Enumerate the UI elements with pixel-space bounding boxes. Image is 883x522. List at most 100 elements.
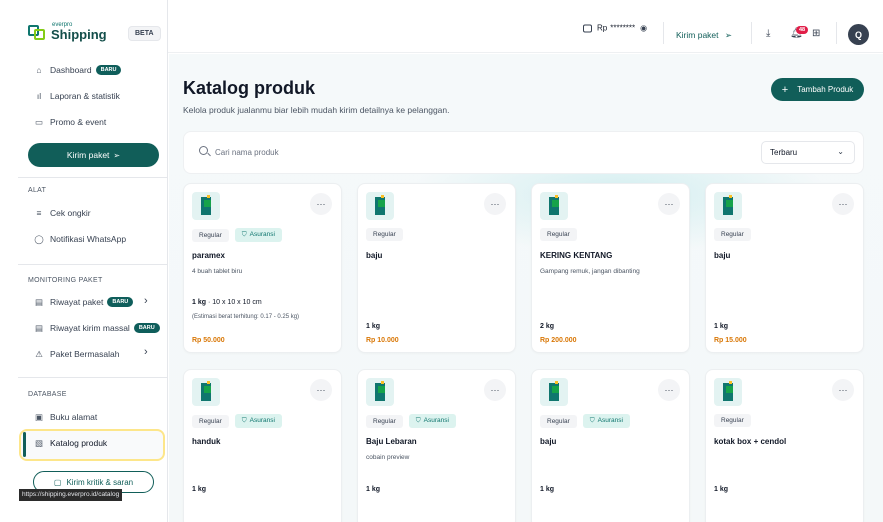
regular-tag: Regular [192,228,229,242]
product-tags: Regular [540,228,583,241]
sidebar-item-buku-alamat[interactable]: ▣ Buku alamat [34,410,97,424]
tambah-produk-button[interactable]: + Tambah Produk [771,78,864,101]
balance-display[interactable]: Rp ******** ◉ [583,24,647,33]
product-card[interactable]: ··· Regular kotak box + cendol 1 kg [705,369,864,522]
logo-icon [28,23,46,41]
active-indicator [23,432,26,457]
weight-value: 1 kg [192,486,207,493]
divider [18,177,168,178]
more-options-icon[interactable]: ··· [484,193,506,215]
sidebar-item-dashboard[interactable]: ⌂ Dashboard BARU [34,63,122,77]
warning-icon: ⚠ [35,348,43,359]
sidebar-item-riwayat-kirim-massal[interactable]: ▤ Riwayat kirim massal BARU [34,321,160,335]
product-name: Baju Lebaran [366,437,417,446]
divider [18,264,168,265]
weight-value: 1 kg [192,299,207,306]
sidebar-item-label: Katalog produk [50,438,108,448]
apps-grid-icon[interactable]: ⊞ [812,28,820,39]
regular-tag: Regular [192,414,229,428]
tambah-produk-label: Tambah Produk [797,85,854,94]
download-icon[interactable]: ⤓ [766,28,770,39]
section-label-monitoring: MONITORING PAKET [28,277,103,284]
sidebar-item-cek-ongkir[interactable]: ≡ Cek ongkir [34,206,91,220]
search-icon [199,146,208,155]
chevron-right-icon[interactable]: › [144,346,148,358]
asuransi-label: Asuransi [423,417,449,424]
catalog-icon: ▧ [34,437,44,448]
send-icon: ➢ [113,150,121,160]
product-image [714,378,742,406]
product-card[interactable]: ··· Regular ⛉ Asuransi handuk 1 kg [183,369,342,522]
asuransi-tag: ⛉ Asuransi [582,414,630,428]
sidebar-item-katalog-produk[interactable]: ▧ Katalog produk [34,436,107,450]
sidebar-item-laporan[interactable]: ıl Laporan & statistik [34,89,120,103]
product-tags: Regular ⛉ Asuransi [192,228,282,242]
divider [836,22,837,44]
more-options-icon[interactable]: ··· [484,379,506,401]
sidebar-item-riwayat-paket[interactable]: ▤ Riwayat paket BARU [34,295,134,309]
product-price: Rp 10.000 [366,337,399,344]
page-title: Katalog produk [183,78,316,98]
product-tags: Regular ⛉ Asuransi [192,414,282,428]
weight-estimate: (Estimasi berat terhitung: 0.17 - 0.25 k… [192,314,300,320]
sidebar-item-label: Riwayat kirim massal [50,323,130,333]
kirim-paket-label: Kirim paket [66,150,110,160]
more-options-icon[interactable]: ··· [310,193,332,215]
chevron-right-icon[interactable]: › [144,295,148,307]
section-label-database: DATABASE [28,391,67,398]
product-description: cobain preview [366,454,410,461]
bar-chart-icon: ıl [36,91,42,101]
more-options-icon[interactable]: ··· [832,193,854,215]
sidebar-item-paket-bermasalah[interactable]: ⚠ Paket Bermasalah [34,347,119,361]
wallet-icon [583,24,592,32]
product-weight: 1 kg [714,323,728,330]
eye-icon[interactable]: ◉ [640,24,647,33]
product-card[interactable]: ··· Regular KERING KENTANG Gampang remuk, j… [531,183,690,353]
product-weight: 2 kg [540,323,554,330]
product-image [540,378,568,406]
search-input[interactable] [215,146,715,158]
sort-select[interactable]: Terbaru ⌄ [761,141,855,164]
shield-icon: ⛉ [241,231,247,238]
product-name: KERING KENTANG [540,251,613,260]
product-image [540,192,568,220]
shield-icon: ⛉ [241,417,247,424]
send-icon: ➢ [724,30,733,40]
header-kirim-paket-link[interactable]: Kirim paket ➢ [676,30,732,41]
sidebar-item-promo[interactable]: ▭ Promo & event [34,115,106,129]
sidebar-item-label: Cek ongkir [50,208,91,218]
more-options-icon[interactable]: ··· [832,379,854,401]
product-tags: Regular [714,414,757,427]
everpro-logo[interactable]: everpro Shipping [28,22,107,41]
more-options-icon[interactable]: ··· [658,193,680,215]
document-icon: ▤ [34,296,44,307]
divider [663,22,664,44]
more-options-icon[interactable]: ··· [310,379,332,401]
sidebar-item-label: Paket Bermasalah [50,349,120,359]
sidebar-item-label: Dashboard [50,65,92,75]
product-card[interactable]: ··· Regular baju 1 kg Rp 10.000 [357,183,516,353]
avatar[interactable]: Q [848,24,869,45]
balance-masked: ******** [610,23,636,33]
balance-currency: Rp [597,23,608,33]
sidebar-item-label: Promo & event [50,117,107,127]
asuransi-tag: ⛉ Asuransi [234,414,282,428]
kirim-paket-button[interactable]: Kirim paket ➢ [28,143,159,167]
product-name: paramex [192,251,225,260]
asuransi-tag: ⛉ Asuransi [234,228,282,242]
product-image [366,192,394,220]
divider [751,22,752,44]
product-card[interactable]: ··· Regular baju 1 kg Rp 15.000 [705,183,864,353]
new-badge: BARU [95,65,122,75]
weight-value: 1 kg [540,486,555,493]
calculator-icon: ≡ [36,208,42,218]
sidebar-item-notifikasi-whatsapp[interactable]: ◯ Notifikasi WhatsApp [34,232,126,246]
product-card[interactable]: ··· Regular ⛉ Asuransi paramex 4 buah tablet … [183,183,342,353]
product-card[interactable]: ··· Regular ⛉ Asuransi baju 1 kg [531,369,690,522]
product-tags: Regular ⛉ Asuransi [540,414,630,428]
home-icon: ⌂ [36,65,42,75]
more-options-icon[interactable]: ··· [658,379,680,401]
product-card[interactable]: ··· Regular ⛉ Asuransi Baju Lebaran cobain pr… [357,369,516,522]
sidebar: everpro Shipping BETA ⌂ Dashboard BARU ı… [0,0,168,522]
weight-value: 1 kg [366,486,381,493]
